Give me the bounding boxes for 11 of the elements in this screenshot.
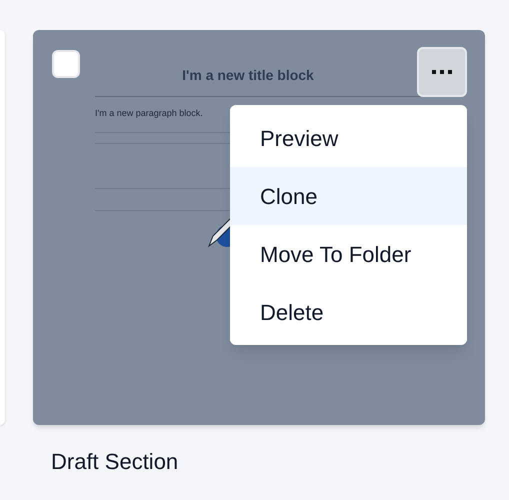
preview-title: I'm a new title block [181,66,315,85]
section-caption: Draft Section [51,448,180,476]
menu-item[interactable]: Move To Folder [230,225,467,283]
select-checkbox[interactable] [52,50,80,78]
more-options-button[interactable] [417,47,467,97]
menu-item[interactable]: Delete [230,283,467,341]
menu-item[interactable]: Preview [230,109,467,167]
section-preview-card[interactable]: I'm a new title block I'm a new paragraph block. Preview Clone Move To Folder Delete [33,30,485,425]
ellipsis-icon [432,70,452,74]
menu-item[interactable]: Clone [230,167,467,225]
preview-paragraph: I'm a new paragraph block. [95,107,204,120]
